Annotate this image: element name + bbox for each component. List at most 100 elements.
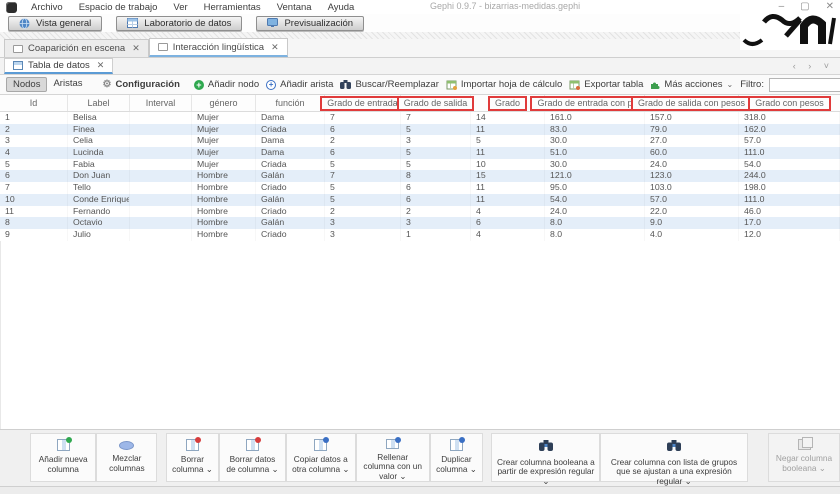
column-header-interval[interactable]: Interval (130, 95, 192, 111)
table-cell[interactable]: 3 (401, 217, 471, 229)
table-cell[interactable]: 14 (471, 112, 545, 124)
export-table-button[interactable]: Exportar tabla (569, 79, 643, 90)
table-cell[interactable]: Dama (256, 135, 325, 147)
table-cell[interactable] (130, 159, 192, 171)
table-cell[interactable]: 5 (325, 159, 401, 171)
table-cell[interactable]: 10 (0, 194, 68, 206)
table-cell[interactable]: 10 (471, 159, 545, 171)
perspective-button-laboratorio-de-datos[interactable]: Laboratorio de datos (116, 16, 242, 31)
table-cell[interactable]: 5 (401, 124, 471, 136)
table-cell[interactable]: 79.0 (645, 124, 739, 136)
table-cell[interactable]: 11 (471, 182, 545, 194)
close-icon[interactable]: ✕ (97, 60, 105, 71)
table-cell[interactable] (130, 217, 192, 229)
table-cell[interactable]: 4 (471, 206, 545, 218)
table-cell[interactable]: 11 (0, 206, 68, 218)
column-header-género[interactable]: género (192, 95, 256, 111)
table-cell[interactable]: 1 (0, 112, 68, 124)
table-cell[interactable]: 7 (325, 112, 401, 124)
table-cell[interactable]: 24.0 (645, 159, 739, 171)
table-cell[interactable]: 157.0 (645, 112, 739, 124)
table-cell[interactable]: Finea (68, 124, 130, 136)
table-cell[interactable]: 111.0 (739, 147, 840, 159)
table-cell[interactable]: 27.0 (645, 135, 739, 147)
table-cell[interactable]: 121.0 (545, 170, 645, 182)
table-cell[interactable]: 162.0 (739, 124, 840, 136)
find-replace-button[interactable]: Buscar/Reemplazar (340, 79, 438, 90)
table-cell[interactable]: 2 (325, 206, 401, 218)
maximize-icon[interactable]: ▢ (800, 1, 809, 12)
table-cell[interactable]: 11 (471, 147, 545, 159)
table-cell[interactable]: Galán (256, 170, 325, 182)
table-cell[interactable]: 1 (401, 229, 471, 241)
table-cell[interactable]: 57.0 (739, 135, 840, 147)
table-cell[interactable]: 5 (325, 194, 401, 206)
table-cell[interactable]: Dama (256, 147, 325, 159)
table-cell[interactable]: Fernando (68, 206, 130, 218)
table-cell[interactable]: 30.0 (545, 135, 645, 147)
table-cell[interactable]: Julio (68, 229, 130, 241)
table-cell[interactable]: 95.0 (545, 182, 645, 194)
table-cell[interactable]: Hombre (192, 229, 256, 241)
negar-columna-booleana-button[interactable]: Negar columna booleana ⌄ (768, 433, 840, 482)
table-cell[interactable]: 4 (471, 229, 545, 241)
table-cell[interactable]: Mujer (192, 112, 256, 124)
column-header-label[interactable]: Label (68, 95, 130, 111)
table-cell[interactable]: 6 (471, 217, 545, 229)
table-cell[interactable] (130, 182, 192, 194)
menu-ventana[interactable]: Ventana (277, 2, 312, 13)
table-cell[interactable]: 17.0 (739, 217, 840, 229)
table-cell[interactable]: 123.0 (645, 170, 739, 182)
tab-scroll-icons[interactable]: ‹ › ˅ (793, 61, 834, 71)
table-cell[interactable] (130, 147, 192, 159)
table-cell[interactable]: 54.0 (739, 159, 840, 171)
menu-espacio-de-trabajo[interactable]: Espacio de trabajo (79, 2, 158, 13)
table-cell[interactable]: Mujer (192, 159, 256, 171)
minimize-icon[interactable]: – (779, 1, 785, 12)
table-cell[interactable]: 5 (0, 159, 68, 171)
workspace-tab-coaparición-en-escena[interactable]: Coaparición en escena✕ (4, 39, 149, 57)
tab-tabla-de-datos[interactable]: Tabla de datos ✕ (4, 58, 113, 74)
table-cell[interactable]: 9 (0, 229, 68, 241)
table-cell[interactable]: 6 (401, 182, 471, 194)
table-cell[interactable]: 7 (0, 182, 68, 194)
table-cell[interactable]: 60.0 (645, 147, 739, 159)
edges-toggle-button[interactable]: Aristas (47, 77, 88, 92)
table-row[interactable]: 11FernandoHombreCriado22424.022.046.0 (0, 206, 840, 218)
table-cell[interactable]: Belisa (68, 112, 130, 124)
table-cell[interactable]: Criada (256, 124, 325, 136)
configuration-button[interactable]: ⚙ Configuración (103, 79, 180, 90)
table-cell[interactable] (130, 170, 192, 182)
table-cell[interactable]: 198.0 (739, 182, 840, 194)
add-node-button[interactable]: + Añadir nodo (194, 79, 259, 90)
table-cell[interactable]: 7 (401, 112, 471, 124)
table-cell[interactable] (130, 124, 192, 136)
copiar-datos-a-otra-columna-button[interactable]: Copiar datos a otra columna ⌄ (286, 433, 356, 482)
table-cell[interactable]: 8 (401, 170, 471, 182)
menu-ver[interactable]: Ver (173, 2, 187, 13)
table-cell[interactable]: 11 (471, 194, 545, 206)
table-cell[interactable]: Conde Enrique (68, 194, 130, 206)
table-cell[interactable]: 5 (401, 147, 471, 159)
table-cell[interactable]: 22.0 (645, 206, 739, 218)
table-cell[interactable]: 244.0 (739, 170, 840, 182)
table-cell[interactable]: 8 (0, 217, 68, 229)
table-cell[interactable]: 2 (0, 124, 68, 136)
close-icon[interactable]: ✕ (271, 42, 279, 53)
table-row[interactable]: 3CeliaMujerDama23530.027.057.0 (0, 135, 840, 147)
table-cell[interactable]: 2 (325, 135, 401, 147)
table-cell[interactable]: 8.0 (545, 217, 645, 229)
crear-columna-con-lista-de-grupos-que-se-ajustan-a-una-expresión-regular-button[interactable]: Crear columna con lista de grupos que se… (600, 433, 747, 482)
table-cell[interactable]: 5 (471, 135, 545, 147)
table-row[interactable]: 5FabiaMujerCriada551030.024.054.0 (0, 159, 840, 171)
nodes-toggle-button[interactable]: Nodos (6, 77, 47, 92)
table-row[interactable]: 2FineaMujerCriada651183.079.0162.0 (0, 124, 840, 136)
table-cell[interactable]: 11 (471, 124, 545, 136)
menu-archivo[interactable]: Archivo (31, 2, 63, 13)
borrar-columna-button[interactable]: Borrar columna ⌄ (166, 433, 220, 482)
column-header-grado-de-entrada[interactable]: Grado de entrada (325, 95, 401, 111)
column-header-función[interactable]: función (256, 95, 325, 111)
table-cell[interactable]: 3 (325, 217, 401, 229)
column-header-id[interactable]: Id (0, 95, 68, 111)
filter-input[interactable] (769, 78, 840, 92)
